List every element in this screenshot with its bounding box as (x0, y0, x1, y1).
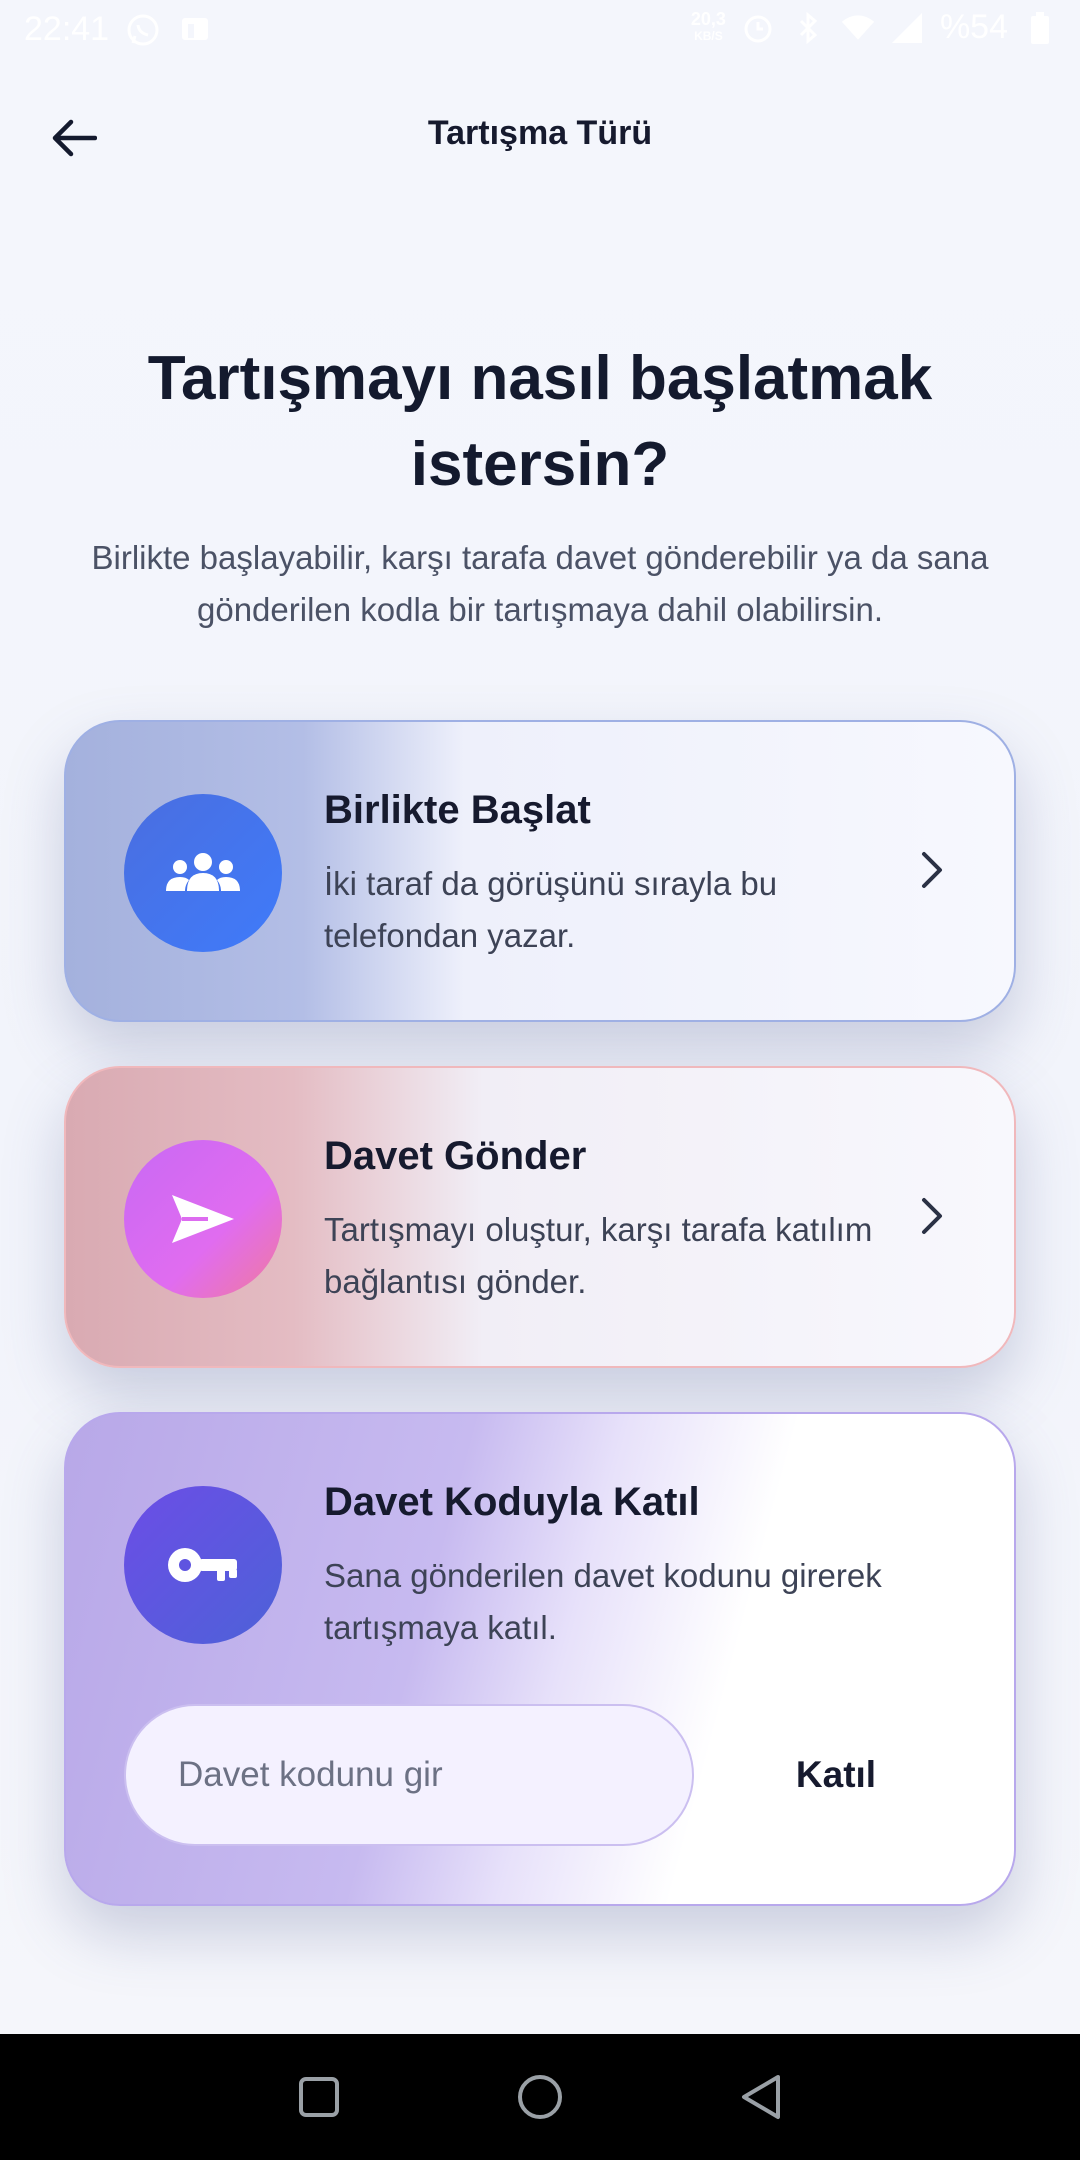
headline: Tartışmayı nasıl başlatmak istersin? (147, 344, 933, 499)
page-title: Tartışma Türü (427, 114, 653, 152)
system-nav-bar (0, 2034, 1080, 2160)
screen: 22:41 20,3 KB/S %54 Tartışma Türü Tartış… (0, 0, 1080, 2034)
wifi-icon (840, 10, 876, 46)
bluetooth-icon (790, 10, 826, 46)
icon-circle (124, 1140, 282, 1298)
back-triangle-icon[interactable] (728, 2064, 794, 2130)
option-description: Tartışmayı oluştur, karşı tarafa katılım… (324, 1211, 873, 1300)
key-icon (168, 1548, 237, 1582)
option-card-together[interactable]: Birlikte Başlat İki taraf da görüşünü sı… (64, 720, 1016, 1022)
signal-icon (890, 10, 926, 46)
subtitle: Birlikte başlayabilir, karşı tarafa dave… (91, 539, 989, 628)
status-time: 22:41 (24, 10, 110, 48)
recents-square-icon[interactable] (286, 2064, 352, 2130)
alarm-icon (740, 10, 776, 46)
icon-circle (124, 1486, 282, 1644)
option-title: Davet Koduyla Katıl (324, 1480, 700, 1524)
battery-percent: %54 (939, 8, 1008, 46)
option-description: İki taraf da görüşünü sırayla bu telefon… (324, 865, 778, 954)
group-icon (166, 853, 240, 891)
icon-circle (124, 794, 282, 952)
status-bar: 22:41 20,3 KB/S %54 (0, 0, 1080, 62)
home-circle-icon[interactable] (507, 2064, 573, 2130)
option-card-invite[interactable]: Davet Gönder Tartışmayı oluştur, karşı t… (64, 1066, 1016, 1368)
net-speed-value: 20,3 (690, 8, 726, 29)
invite-code-input[interactable] (124, 1704, 694, 1846)
battery-icon (1022, 10, 1058, 46)
chevron-right-icon (908, 846, 956, 894)
status-left: 22:41 (24, 10, 213, 49)
option-description: Sana gönderilen davet kodunu girerek tar… (324, 1557, 882, 1646)
option-title: Birlikte Başlat (324, 788, 591, 832)
send-icon (172, 1195, 234, 1243)
app-icon (177, 12, 213, 48)
net-speed-unit: KB/S (694, 28, 723, 43)
option-title: Davet Gönder (324, 1134, 587, 1178)
net-speed: 20,3 KB/S (690, 8, 726, 45)
join-button[interactable]: Katıl (746, 1732, 926, 1818)
status-right: 20,3 KB/S %54 (691, 8, 1058, 47)
whatsapp-icon (125, 12, 161, 48)
option-card-join-code: Davet Koduyla Katıl Sana gönderilen dave… (64, 1412, 1016, 1906)
chevron-right-icon (908, 1192, 956, 1240)
